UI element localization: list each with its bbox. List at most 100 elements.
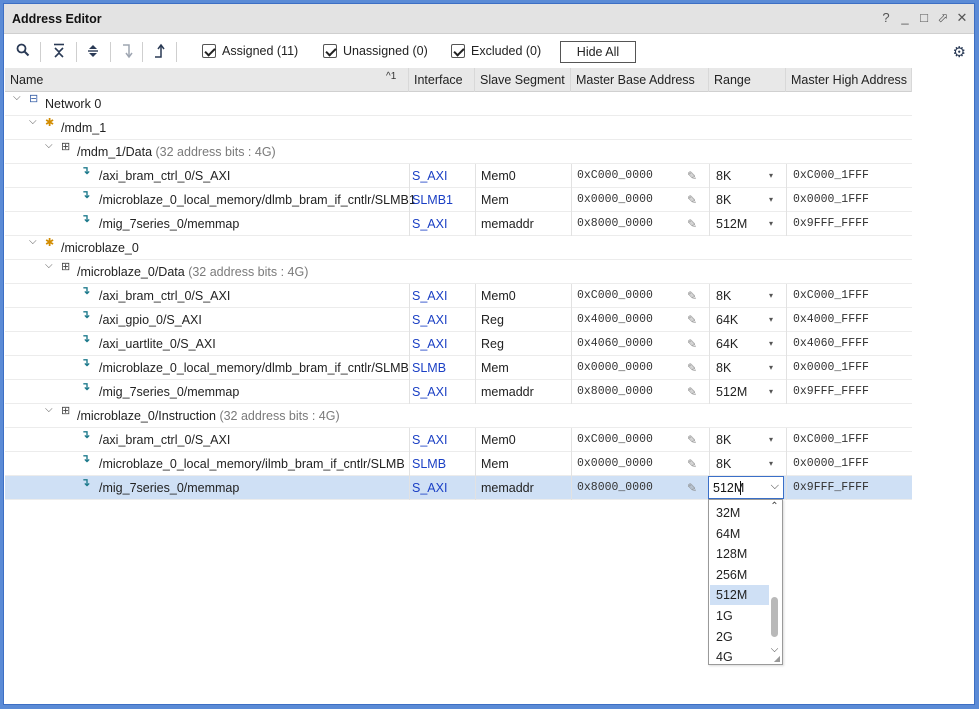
column-range[interactable]: Range [709, 68, 786, 92]
range-option[interactable]: 256M [710, 565, 769, 585]
range-value[interactable]: 64K [716, 332, 738, 356]
tree-row-mdm[interactable]: ⌵ ✱ /mdm_1 [5, 116, 912, 140]
range-option[interactable]: 64M [710, 524, 769, 544]
chevron-down-icon[interactable]: ⌵ [29, 116, 39, 127]
range-value[interactable]: 8K [716, 188, 731, 212]
table-row[interactable]: ↴ /microblaze_0_local_memory/dlmb_bram_if… [5, 356, 912, 380]
range-value[interactable]: 8K [716, 284, 731, 308]
master-base-address[interactable]: 0xC000_0000 [577, 284, 653, 308]
dropdown-arrow-icon[interactable]: ▾ [769, 188, 773, 212]
master-base-address[interactable]: 0x8000_0000 [577, 476, 653, 500]
range-value[interactable]: 512M [716, 212, 747, 236]
pencil-icon[interactable]: ✎ [687, 212, 697, 236]
expand-all-icon[interactable] [84, 43, 102, 61]
float-icon[interactable]: ⬀ [937, 10, 949, 26]
range-value[interactable]: 64K [716, 308, 738, 332]
pencil-icon[interactable]: ✎ [687, 428, 697, 452]
master-base-address[interactable]: 0xC000_0000 [577, 428, 653, 452]
dropdown-arrow-icon[interactable]: ▾ [769, 356, 773, 380]
interface-link[interactable]: S_AXI [412, 428, 447, 452]
interface-link[interactable]: S_AXI [412, 308, 447, 332]
interface-link[interactable]: S_AXI [412, 380, 447, 404]
range-option[interactable]: 32M [710, 503, 769, 523]
dropdown-arrow-icon[interactable]: ▾ [769, 428, 773, 452]
column-interface[interactable]: Interface [409, 68, 475, 92]
range-value[interactable]: 8K [716, 356, 731, 380]
dropdown-arrow-icon[interactable]: ▾ [769, 332, 773, 356]
dropdown-arrow-icon[interactable]: ▾ [769, 452, 773, 476]
move-up-icon[interactable] [150, 43, 168, 61]
range-option[interactable]: 512M [710, 585, 769, 606]
chevron-down-icon[interactable]: ⌵ [45, 260, 55, 271]
dropdown-arrow-icon[interactable]: ▾ [769, 212, 773, 236]
range-option[interactable]: 1G [710, 606, 769, 626]
assigned-filter[interactable]: Assigned (11) [202, 44, 298, 58]
column-master-base[interactable]: Master Base Address [571, 68, 709, 92]
master-base-address[interactable]: 0x0000_0000 [577, 452, 653, 476]
unassigned-checkbox[interactable] [323, 44, 337, 58]
range-combobox[interactable]: 512M ⌵ [708, 476, 784, 499]
dropdown-arrow-icon[interactable]: ▾ [769, 308, 773, 332]
resize-grip-icon[interactable]: ◢ [774, 654, 780, 663]
dropdown-scrollbar[interactable]: ⌃ ⌵ [768, 501, 781, 663]
interface-link[interactable]: S_AXI [412, 332, 447, 356]
tree-row-microblaze-instruction[interactable]: ⌵ ⊞ /microblaze_0/Instruction (32 addres… [5, 404, 912, 428]
interface-link[interactable]: S_AXI [412, 164, 447, 188]
pencil-icon[interactable]: ✎ [687, 380, 697, 404]
range-value[interactable]: 8K [716, 428, 731, 452]
range-value[interactable]: 512M [716, 380, 747, 404]
chevron-down-icon[interactable]: ⌵ [29, 236, 39, 247]
range-option[interactable]: 128M [710, 544, 769, 564]
pencil-icon[interactable]: ✎ [687, 332, 697, 356]
table-row[interactable]: ↴ /microblaze_0_local_memory/ilmb_bram_if… [5, 452, 912, 476]
pencil-icon[interactable]: ✎ [687, 308, 697, 332]
interface-link[interactable]: SLMB [412, 452, 446, 476]
dropdown-arrow-icon[interactable]: ▾ [769, 380, 773, 404]
range-value[interactable]: 8K [716, 164, 731, 188]
table-row[interactable]: ↴ /axi_bram_ctrl_0/S_AXI S_AXI Mem0 0xC000_0… [5, 164, 912, 188]
move-down-icon[interactable] [118, 43, 136, 61]
master-base-address[interactable]: 0x4000_0000 [577, 308, 653, 332]
master-base-address[interactable]: 0x4060_0000 [577, 332, 653, 356]
table-row[interactable]: ↴ /microblaze_0_local_memory/dlmb_bram_if… [5, 188, 912, 212]
excluded-filter[interactable]: Excluded (0) [451, 44, 541, 58]
master-base-address[interactable]: 0xC000_0000 [577, 164, 653, 188]
interface-link[interactable]: S_AXI [412, 476, 447, 500]
range-dropdown-list[interactable]: 32M 64M 128M 256M 512M 1G 2G 4G ⌃ ⌵ ◢ [708, 499, 783, 665]
master-base-address[interactable]: 0x0000_0000 [577, 188, 653, 212]
minimize-icon[interactable]: _ [899, 10, 911, 26]
help-icon[interactable]: ? [880, 10, 892, 26]
assigned-checkbox[interactable] [202, 44, 216, 58]
table-row[interactable]: ↴ /axi_bram_ctrl_0/S_AXI S_AXI Mem0 0xC000_0… [5, 428, 912, 452]
table-row[interactable]: ↴ /axi_bram_ctrl_0/S_AXI S_AXI Mem0 0xC000_0… [5, 284, 912, 308]
pencil-icon[interactable]: ✎ [687, 452, 697, 476]
scroll-up-icon[interactable]: ⌃ [768, 501, 781, 512]
column-name[interactable]: Name [5, 68, 409, 92]
interface-link[interactable]: S_AXI [412, 212, 447, 236]
chevron-down-icon[interactable]: ⌵ [45, 404, 55, 415]
dropdown-arrow-icon[interactable]: ▾ [769, 284, 773, 308]
range-option[interactable]: 2G [710, 627, 769, 647]
range-option[interactable]: 4G [710, 647, 769, 667]
column-master-high[interactable]: Master High Address [786, 68, 912, 92]
interface-link[interactable]: S_AXI [412, 284, 447, 308]
interface-link[interactable]: SLMB1 [412, 188, 453, 212]
pencil-icon[interactable]: ✎ [687, 188, 697, 212]
pencil-icon[interactable]: ✎ [687, 476, 697, 500]
excluded-checkbox[interactable] [451, 44, 465, 58]
interface-link[interactable]: SLMB [412, 356, 446, 380]
hide-all-button[interactable]: Hide All [560, 41, 636, 63]
master-base-address[interactable]: 0x0000_0000 [577, 356, 653, 380]
tree-row-microblaze-data[interactable]: ⌵ ⊞ /microblaze_0/Data (32 address bits … [5, 260, 912, 284]
range-value[interactable]: 8K [716, 452, 731, 476]
table-row[interactable]: ↴ /axi_gpio_0/S_AXI S_AXI Reg 0x4000_0000 ✎ 64… [5, 308, 912, 332]
scrollbar-thumb[interactable] [771, 597, 778, 637]
chevron-down-icon[interactable]: ⌵ [45, 140, 55, 151]
collapse-all-icon[interactable] [50, 43, 68, 61]
table-row[interactable]: ↴ /mig_7series_0/memmap S_AXI memaddr 0x8000… [5, 380, 912, 404]
tree-row-microblaze[interactable]: ⌵ ✱ /microblaze_0 [5, 236, 912, 260]
tree-row-network[interactable]: ⌵ ⊟ Network 0 [5, 92, 912, 116]
chevron-down-icon[interactable]: ⌵ [771, 480, 779, 493]
table-row[interactable]: ↴ /mig_7series_0/memmap S_AXI memaddr 0x8000… [5, 212, 912, 236]
maximize-icon[interactable]: □ [918, 10, 930, 26]
